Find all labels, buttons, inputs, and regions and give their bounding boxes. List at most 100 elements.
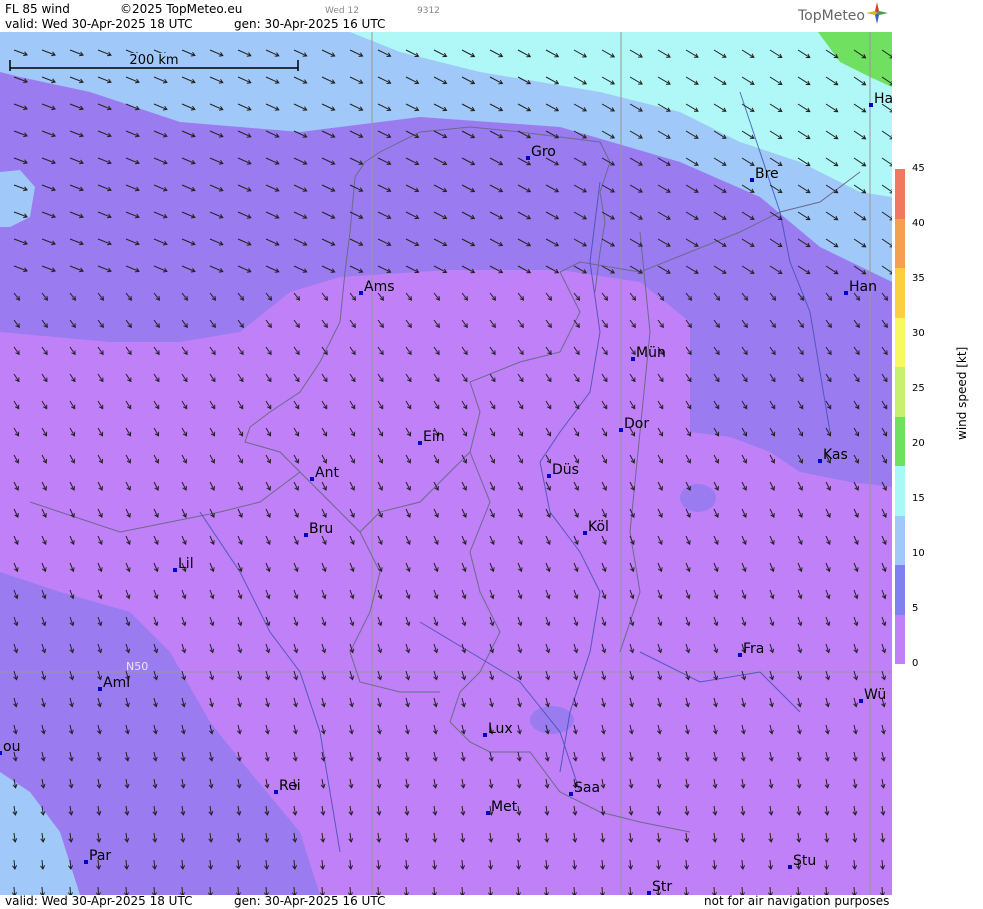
city-dot [526, 156, 530, 160]
colorbar-swatch [895, 565, 905, 615]
city-label: Bru [309, 521, 333, 537]
city-label: Rei [279, 778, 301, 794]
city-dot [483, 733, 487, 737]
product-title: FL 85 wind [5, 2, 70, 16]
brand-logo-text: TopMeteo [798, 8, 865, 24]
city-marker[interactable]: Mün [631, 345, 666, 361]
city-label: Gro [531, 144, 556, 160]
city-dot [738, 653, 742, 657]
colorbar-tick-label: 0 [912, 658, 919, 669]
copyright-text: ©2025 TopMeteo.eu [120, 2, 243, 16]
footer-generated-time: gen: 30-Apr-2025 16 UTC [234, 894, 386, 908]
city-marker[interactable]: Dor [619, 416, 649, 432]
city-dot [788, 865, 792, 869]
city-dot [818, 459, 822, 463]
colorbar-tick-label: 25 [912, 383, 925, 394]
city-marker[interactable]: Han [844, 279, 877, 295]
city-label: Köl [588, 519, 609, 535]
city-dot [647, 891, 651, 895]
footer-valid-time: valid: Wed 30-Apr-2025 18 UTC [5, 894, 193, 908]
colorbar-swatch [895, 317, 905, 367]
city-label: Wü [864, 687, 886, 703]
city-label: Bre [755, 166, 779, 182]
city-marker[interactable]: Gro [526, 144, 556, 160]
generated-time: gen: 30-Apr-2025 16 UTC [234, 17, 386, 31]
city-label: Lil [178, 556, 194, 572]
colorbar-tick-label: 45 [912, 163, 925, 174]
city-marker[interactable]: Met [486, 799, 518, 815]
colorbar-swatch [895, 614, 905, 664]
colorbar-tick-label: 20 [912, 438, 925, 449]
city-dot [844, 291, 848, 295]
city-label: Str [652, 879, 672, 895]
colorbar-tick-label: 40 [912, 218, 925, 229]
city-dot [98, 687, 102, 691]
colorbar-title: wind speed [kt] [955, 346, 969, 440]
city-marker[interactable]: Wü [859, 687, 886, 703]
city-dot [569, 792, 573, 796]
colorbar-swatch [895, 367, 905, 417]
city-label: Par [89, 848, 111, 864]
city-marker[interactable]: Lux [483, 721, 513, 737]
scale-label: 200 km [129, 53, 178, 68]
footer-disclaimer: not for air navigation purposes [704, 894, 890, 908]
city-label: Ant [315, 465, 339, 481]
city-marker[interactable]: Ant [310, 465, 339, 481]
run-code-label: 9312 [417, 6, 440, 16]
city-dot [486, 811, 490, 815]
compass-star-icon [866, 2, 888, 24]
city-label: Düs [552, 462, 579, 478]
colorbar-swatches [895, 169, 905, 664]
city-label: Lux [488, 721, 513, 737]
city-marker[interactable]: Bre [750, 166, 779, 182]
colorbar-tick-label: 5 [912, 603, 919, 614]
city-dot [859, 699, 863, 703]
wind-map-canvas: 200 km N50 Gro Bre Ha Ams Han Mün Dor Ein Ant Düs… [0, 32, 892, 895]
colorbar-swatch [895, 416, 905, 466]
city-dot [547, 474, 551, 478]
colorbar-tick-label: 15 [912, 493, 925, 504]
city-label: Dor [624, 416, 649, 432]
city-label: Ami [103, 675, 130, 691]
city-dot [173, 568, 177, 572]
city-marker[interactable]: Stu [788, 853, 816, 869]
city-dot [583, 531, 587, 535]
city-marker[interactable]: ou [0, 739, 20, 755]
latitude-label: N50 [126, 660, 148, 673]
colorbar-swatch [895, 268, 905, 318]
city-label: Stu [793, 853, 816, 869]
city-label: Ams [364, 279, 395, 295]
city-label: Ein [423, 429, 445, 445]
colorbar-tick-label: 10 [912, 548, 925, 559]
run-day-label: Wed 12 [325, 6, 359, 16]
city-label: Han [849, 279, 877, 295]
colorbar-tick-label: 30 [912, 328, 925, 339]
city-dot [750, 178, 754, 182]
city-marker[interactable]: Ams [359, 279, 395, 295]
city-dot [418, 441, 422, 445]
city-marker[interactable]: Saa [569, 780, 600, 796]
city-label: Saa [574, 780, 600, 796]
city-dot [0, 751, 2, 755]
colorbar-swatch [895, 466, 905, 516]
city-marker[interactable]: Düs [547, 462, 579, 478]
city-label: Kas [823, 447, 848, 463]
city-dot [84, 860, 88, 864]
city-marker[interactable]: Ami [98, 675, 130, 691]
wind-map[interactable]: 200 km N50 Gro Bre Ha Ams Han Mün Dor Ein Ant Düs… [0, 32, 892, 895]
city-dot [304, 533, 308, 537]
city-dot [619, 428, 623, 432]
colorbar-swatch [895, 218, 905, 268]
colorbar-tick-label: 35 [912, 273, 925, 284]
city-dot [631, 357, 635, 361]
colorbar-swatch [895, 515, 905, 565]
city-marker[interactable]: Par [84, 848, 111, 864]
colorbar-swatch [895, 169, 905, 219]
city-marker[interactable]: Kas [818, 447, 848, 463]
city-dot [310, 477, 314, 481]
city-marker[interactable]: Bru [304, 521, 333, 537]
city-label: Mün [636, 345, 666, 361]
city-label: Met [491, 799, 518, 815]
city-label: ou [3, 739, 20, 755]
city-dot [359, 291, 363, 295]
